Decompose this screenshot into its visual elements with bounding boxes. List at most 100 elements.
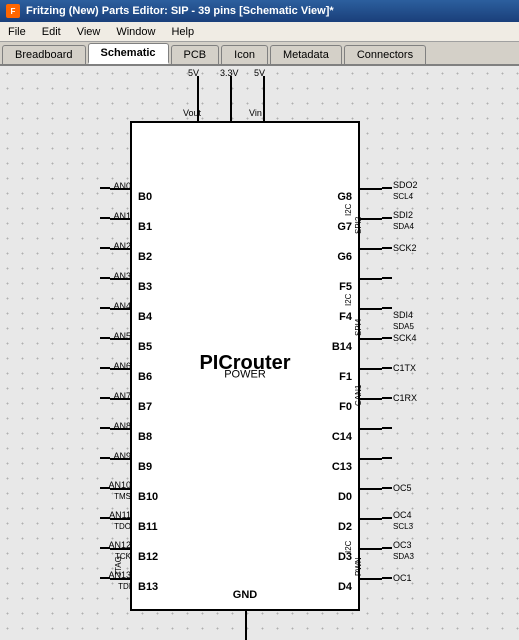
- ext-label-F1: C1TX: [393, 363, 416, 373]
- conn-F1: [382, 367, 392, 369]
- conn-G7: [382, 217, 392, 219]
- conn-AN8: [100, 427, 110, 429]
- pin-label-D4: D4: [338, 581, 352, 593]
- pin-label-B0: B0: [138, 191, 152, 203]
- menu-help[interactable]: Help: [163, 24, 202, 40]
- vert-I2C-bottom: I2C: [344, 508, 353, 553]
- pin-label-D0: D0: [338, 491, 352, 503]
- ic-power-label: POWER: [224, 368, 266, 380]
- conn-AN6: [100, 367, 110, 369]
- pin-label-B10: B10: [138, 491, 158, 503]
- pin-label-B2: B2: [138, 251, 152, 263]
- pin-label-B1: B1: [138, 221, 152, 233]
- conn-AN3: [100, 277, 110, 279]
- tab-metadata[interactable]: Metadata: [270, 45, 342, 64]
- top-label-5v-left: 5V: [188, 68, 199, 78]
- menu-edit[interactable]: Edit: [34, 24, 69, 40]
- conn-AN2: [100, 247, 110, 249]
- conn-AN0: [100, 187, 110, 189]
- pin-label-B4: B4: [138, 311, 152, 323]
- conn-AN4: [100, 307, 110, 309]
- tab-breadboard[interactable]: Breadboard: [2, 45, 86, 64]
- tab-bar: Breadboard Schematic PCB Icon Metadata C…: [0, 42, 519, 66]
- menu-view[interactable]: View: [69, 24, 109, 40]
- ext-label-AN8: AN8: [113, 421, 131, 431]
- conn-C14: [382, 427, 392, 429]
- pin-label-B3: B3: [138, 281, 152, 293]
- pin-label-B11: B11: [138, 521, 158, 533]
- pin-5v-right-line: [263, 76, 265, 121]
- ext-label-AN2: AN2: [113, 241, 131, 251]
- stub-F1: [360, 368, 382, 370]
- conn-AN1: [100, 217, 110, 219]
- conn-G8: [382, 187, 392, 189]
- conn-AN7: [100, 397, 110, 399]
- top-label-vin: Vin: [249, 108, 262, 118]
- ext-label-F0: C1RX: [393, 393, 417, 403]
- ext-label-D4: OC1: [393, 573, 412, 583]
- pin-label-B13: B13: [138, 581, 158, 593]
- conn-D2: [382, 517, 392, 519]
- ic-chip-body: PICrouter POWER B0 B1 B2 B3 B4 B5 B6 B7 …: [130, 121, 360, 611]
- ext-label-AN9: AN9: [113, 451, 131, 461]
- pin-33v-line: [230, 76, 232, 121]
- tab-connectors[interactable]: Connectors: [344, 45, 426, 64]
- ext-label-D3: OC3SDA3: [393, 540, 414, 562]
- pin-label-B7: B7: [138, 401, 152, 413]
- stub-F4: [360, 308, 382, 310]
- vert-SPI4: SPI4: [354, 261, 363, 336]
- stub-F5: [360, 278, 382, 280]
- tab-pcb[interactable]: PCB: [171, 45, 220, 64]
- conn-C13: [382, 457, 392, 459]
- ext-label-AN10: AN10TMS: [108, 480, 131, 502]
- pin-label-C13: C13: [332, 461, 352, 473]
- ext-label-G7: SDI2SDA4: [393, 210, 414, 232]
- pin-label-B6: B6: [138, 371, 152, 383]
- pin-label-G6: G6: [337, 251, 352, 263]
- ext-label-D2: OC4SCL3: [393, 510, 413, 532]
- conn-AN9: [100, 457, 110, 459]
- pin-label-B8: B8: [138, 431, 152, 443]
- stub-C14: [360, 428, 382, 430]
- pin-gnd-line: [245, 611, 247, 640]
- stub-D0: [360, 488, 382, 490]
- vert-JTAG: JTAG: [114, 506, 123, 576]
- schematic-canvas[interactable]: 5V 3.3V 5V Vout Vin PICrouter POWER B0 B…: [0, 66, 519, 640]
- vert-PWN: PWN: [354, 476, 363, 576]
- tab-schematic[interactable]: Schematic: [88, 43, 169, 64]
- ext-label-D0: OC5: [393, 483, 412, 493]
- pin-label-B12: B12: [138, 551, 158, 563]
- ext-label-G8: SDO2SCL4: [393, 180, 418, 202]
- stub-D4: [360, 578, 382, 580]
- stub-G8: [360, 188, 382, 190]
- ext-label-AN7: AN7: [113, 391, 131, 401]
- stub-F0: [360, 398, 382, 400]
- conn-F5: [382, 277, 392, 279]
- app-icon: F: [6, 4, 20, 18]
- menu-window[interactable]: Window: [108, 24, 163, 40]
- ext-label-G6: SCK2: [393, 243, 417, 253]
- pin-label-F0: F0: [339, 401, 352, 413]
- pin-label-B14: B14: [332, 341, 352, 353]
- pin-label-B5: B5: [138, 341, 152, 353]
- ext-label-AN6: AN6: [113, 361, 131, 371]
- ext-label-AN0: AN0: [113, 181, 131, 191]
- ext-label-B14: SCK4: [393, 333, 417, 343]
- title-bar: F Fritzing (New) Parts Editor: SIP - 39 …: [0, 0, 519, 22]
- menu-file[interactable]: File: [0, 24, 34, 40]
- conn-D0: [382, 487, 392, 489]
- pin-label-C14: C14: [332, 431, 352, 443]
- ext-label-AN5: AN5: [113, 331, 131, 341]
- vert-I2C-mid: I2C: [344, 266, 353, 306]
- top-label-33v: 3.3V: [220, 68, 239, 78]
- stub-G7: [360, 218, 382, 220]
- conn-B14: [382, 337, 392, 339]
- conn-D4: [382, 577, 392, 579]
- pin-label-G7: G7: [337, 221, 352, 233]
- vert-CAN1: CAN1: [354, 361, 363, 406]
- ext-label-AN4: AN4: [113, 301, 131, 311]
- stub-D2: [360, 518, 382, 520]
- conn-F4: [382, 307, 392, 309]
- conn-AN5: [100, 337, 110, 339]
- tab-icon[interactable]: Icon: [221, 45, 268, 64]
